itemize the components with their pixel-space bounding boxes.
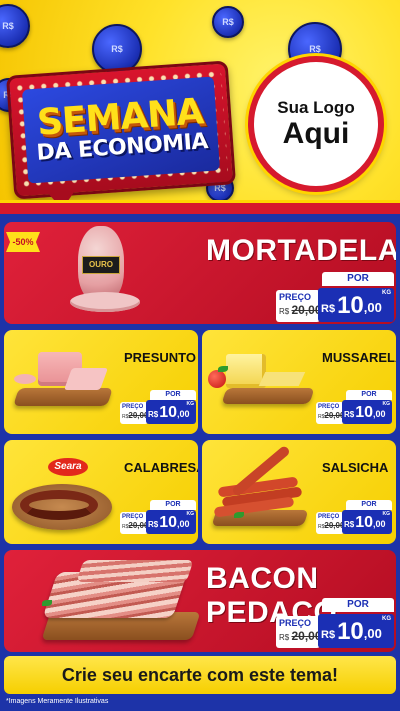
old-price-box: PREÇO R$ 20,00 (276, 290, 322, 322)
store-logo-placeholder[interactable]: Sua Logo Aqui (248, 56, 384, 192)
disclaimer: *Imagens Meramente Ilustrativas (6, 698, 109, 705)
cta-banner[interactable]: Crie seu encarte com este tema! (4, 656, 396, 694)
logo-line2: Aqui (282, 117, 350, 151)
preco-label: PREÇO (279, 292, 312, 302)
discount-badge: -50% (6, 232, 40, 252)
coin-icon: R$ (0, 4, 30, 48)
por-label: POR (322, 272, 394, 286)
product-name: CALABRESA (124, 460, 198, 475)
product-name: PRESUNTO (124, 350, 196, 365)
brand-label: OURO (82, 256, 120, 274)
new-price: R$ 10,00 KG (342, 400, 392, 424)
price-tag: POR PREÇO R$ 20,00 R$ 10,00 KG (276, 272, 394, 322)
new-price: R$ 10,00 KG (318, 614, 394, 648)
calabresa-image: Seara (8, 454, 120, 538)
old-price: R$ 20,00 (279, 303, 322, 317)
salsicha-image (204, 444, 316, 540)
por-label: POR (150, 390, 196, 400)
new-price: R$ 10,00 KG (318, 288, 394, 322)
product-card-mortadela[interactable]: OURO MORTADELA POR PREÇO R$ 20,00 R$ 10,0… (4, 222, 396, 324)
sign-title: SEMANA DA ECONOMIA (21, 76, 221, 184)
old-price-box: PREÇO R$20,00 (120, 402, 148, 424)
product-card-mussarela[interactable]: MUSSARELA POR PREÇO R$20,00 R$10,00KG (202, 330, 396, 434)
product-card-bacon[interactable]: BACON PEDAÇO POR PREÇO R$ 20,00 R$ 10,00 K… (4, 550, 396, 652)
logo-line1: Sua Logo (277, 98, 355, 118)
product-card-calabresa[interactable]: Seara CALABRESA POR PREÇO R$20,00 R$ 10,0… (4, 440, 198, 544)
price-tag: POR PREÇO R$20,00 R$ 10,00 KG (120, 500, 196, 534)
product-name: MORTADELA (206, 234, 396, 267)
new-price: R$ 10,00 KG (146, 510, 196, 534)
price-tag: POR PREÇO R$20,00 R$ 10,00 KG (120, 390, 196, 424)
mortadela-image: OURO (64, 226, 144, 318)
frame-top-border (0, 200, 400, 214)
new-price: R$ 10,00 KG (146, 400, 196, 424)
semana-economia-sign: SEMANA DA ECONOMIA (5, 60, 237, 205)
coin-icon: R$ (212, 6, 244, 38)
product-card-salsicha[interactable]: SALSICHA POR PREÇO R$20,00 R$ 10,00 KG (202, 440, 396, 544)
presunto-image (8, 344, 118, 424)
product-name: SALSICHA (322, 460, 389, 475)
bacon-image (30, 558, 201, 648)
product-card-presunto[interactable]: PRESUNTO POR PREÇO R$20,00 R$ 10,00 KG (4, 330, 198, 434)
price-tag: POR PREÇO R$20,00 R$ 10,00 KG (316, 390, 392, 424)
mussarela-image (204, 344, 316, 424)
price-tag: POR PREÇO R$20,00 R$ 10,00 KG (316, 500, 392, 534)
product-name: MUSSARELA (322, 350, 396, 365)
header-banner: R$ R$ R$ R$ R$ R$ SEMANA DA ECONOMIA Sua… (0, 0, 400, 205)
price-tag: POR PREÇO R$ 20,00 R$ 10,00 KG (276, 598, 394, 648)
brand-label: Seara (48, 458, 88, 476)
new-price: R$ 10,00 KG (342, 510, 392, 534)
